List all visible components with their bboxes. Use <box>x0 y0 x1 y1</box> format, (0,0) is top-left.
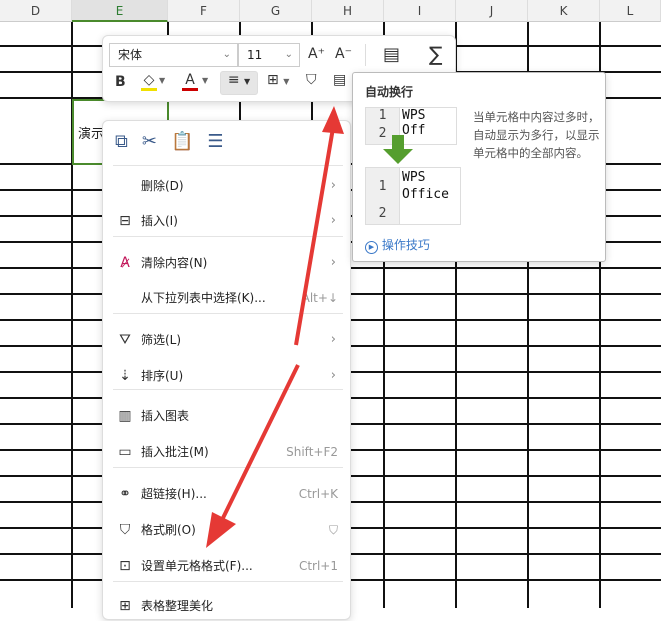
menu-item-1[interactable]: 删除(D) › <box>103 171 352 201</box>
pin-format-painter-icon[interactable]: ⛉ <box>329 515 338 545</box>
fill-color-icon[interactable]: ◇ <box>141 72 157 91</box>
wrap-text-tooltip: 自动换行 1 WPS Off 2 1 WPS Office 2 当单元格中内容过多… <box>352 72 606 262</box>
menu-item-label: 排序(U) <box>141 369 184 383</box>
menu-item-shortcut: Shift+F2 <box>286 445 338 459</box>
paste-icon[interactable]: 📋 <box>171 131 207 152</box>
menu-item-label: 筛选(L) <box>141 333 182 347</box>
menu-item-icon: ▥ <box>118 408 132 424</box>
chevron-right-icon: › <box>330 332 336 347</box>
menu-item-11[interactable]: ⊡ 设置单元格格式(F)... Ctrl+1 <box>103 551 352 581</box>
menu-item-icon: ⊞ <box>119 598 131 614</box>
menu-item-icon: ⛉ <box>119 522 131 538</box>
column-header-E[interactable]: E <box>72 0 168 22</box>
menu-item-3[interactable]: A̷ 清除内容(N) › <box>103 248 352 278</box>
column-header-J[interactable]: J <box>456 0 528 22</box>
chevron-right-icon: › <box>330 178 336 193</box>
column-header-I[interactable]: I <box>384 0 456 22</box>
menu-item-icon: ▭ <box>118 444 132 460</box>
increase-font-button[interactable]: A⁺ <box>308 46 325 62</box>
menu-item-label: 从下拉列表中选择(K)... <box>141 291 266 305</box>
play-icon: ▶ <box>365 241 378 254</box>
menu-item-label: 清除内容(N) <box>141 256 208 270</box>
menu-item-icon: ⚭ <box>119 486 131 502</box>
font-size-select[interactable]: 11 ⌄ <box>238 43 300 67</box>
menu-item-label: 插入图表 <box>141 409 190 423</box>
menu-item-label: 超链接(H)... <box>141 487 207 501</box>
column-header-L[interactable]: L <box>600 0 661 22</box>
menu-item-icon: A̷ <box>120 255 130 271</box>
cut-icon[interactable]: ✂ <box>142 131 171 152</box>
menu-item-6[interactable]: ⇣ 排序(U) › <box>103 361 352 391</box>
menu-item-label: 设置单元格格式(F)... <box>141 559 253 573</box>
menu-item-12[interactable]: ⊞ 表格整理美化 <box>103 591 352 621</box>
sum-icon[interactable]: ∑ <box>429 42 442 66</box>
tips-link[interactable]: ▶ 操作技巧 <box>365 236 430 254</box>
font-color-dropdown[interactable]: ▼ <box>202 76 208 85</box>
menu-item-8[interactable]: ▭ 插入批注(M) Shift+F2 <box>103 437 352 467</box>
menu-item-4[interactable]: 从下拉列表中选择(K)... Alt+↓ <box>103 283 352 313</box>
menu-item-9[interactable]: ⚭ 超链接(H)... Ctrl+K <box>103 479 352 509</box>
column-header-D[interactable]: D <box>0 0 72 22</box>
copy-icon[interactable]: ⧉ <box>115 131 142 152</box>
menu-item-10[interactable]: ⛉ 格式刷(O) ⛉ <box>103 515 352 545</box>
fill-color-dropdown[interactable]: ▼ <box>159 76 165 85</box>
merge-cells-icon[interactable]: ▤ <box>383 44 400 65</box>
column-header-K[interactable]: K <box>528 0 600 22</box>
chevron-right-icon: › <box>330 368 336 383</box>
font-color-icon[interactable]: A <box>182 72 198 91</box>
menu-item-5[interactable]: ⛛ 筛选(L) › <box>103 325 352 355</box>
column-header-F[interactable]: F <box>168 0 240 22</box>
menu-item-shortcut: Ctrl+1 <box>298 559 338 573</box>
menu-item-label: 格式刷(O) <box>141 523 196 537</box>
align-button[interactable]: ≡ ▼ <box>220 71 258 95</box>
menu-item-label: 插入批注(M) <box>141 445 209 459</box>
font-name-select[interactable]: 宋体 ⌄ <box>109 43 238 67</box>
cell-text: 演示 <box>78 127 105 142</box>
menu-item-label: 删除(D) <box>141 179 184 193</box>
menu-item-shortcut: Ctrl+K <box>298 487 338 501</box>
tooltip-description: 当单元格中内容过多时，自动显示为多行，以显示单元格中的全部内容。 <box>473 110 600 160</box>
context-menu: ⧉✂📋☰ 删除(D) › ⊟ 插入(I) › A̷ 清除内容(N) › 从下拉列表中选择(K).… <box>102 120 351 620</box>
example-before: 1 WPS Off 2 <box>365 107 457 145</box>
borders-icon[interactable]: ⊞ ▼ <box>267 72 289 88</box>
example-after: 1 WPS Office 2 <box>365 167 461 225</box>
menu-item-icon: ⇣ <box>119 368 131 384</box>
menu-item-icon: ⊡ <box>119 558 131 574</box>
bold-button[interactable]: B <box>115 74 126 90</box>
column-header-H[interactable]: H <box>312 0 384 22</box>
menu-item-icon: ⊟ <box>119 213 131 229</box>
tooltip-title: 自动换行 <box>365 85 414 99</box>
format-painter-icon[interactable]: ⛉ <box>306 72 317 88</box>
chevron-right-icon: › <box>330 255 336 270</box>
menu-item-shortcut: Alt+↓ <box>301 291 338 305</box>
menu-item-2[interactable]: ⊟ 插入(I) › <box>103 206 352 236</box>
menu-item-label: 表格整理美化 <box>141 599 214 613</box>
column-header-G[interactable]: G <box>240 0 312 22</box>
paste-special-icon[interactable]: ☰ <box>207 131 237 152</box>
decrease-font-button[interactable]: A⁻ <box>335 46 352 62</box>
menu-item-icon: ⛛ <box>119 332 131 348</box>
chevron-right-icon: › <box>330 213 336 228</box>
menu-item-label: 插入(I) <box>141 214 178 228</box>
wrap-text-icon[interactable]: ▤ <box>333 72 346 88</box>
menu-item-7[interactable]: ▥ 插入图表 <box>103 401 352 431</box>
